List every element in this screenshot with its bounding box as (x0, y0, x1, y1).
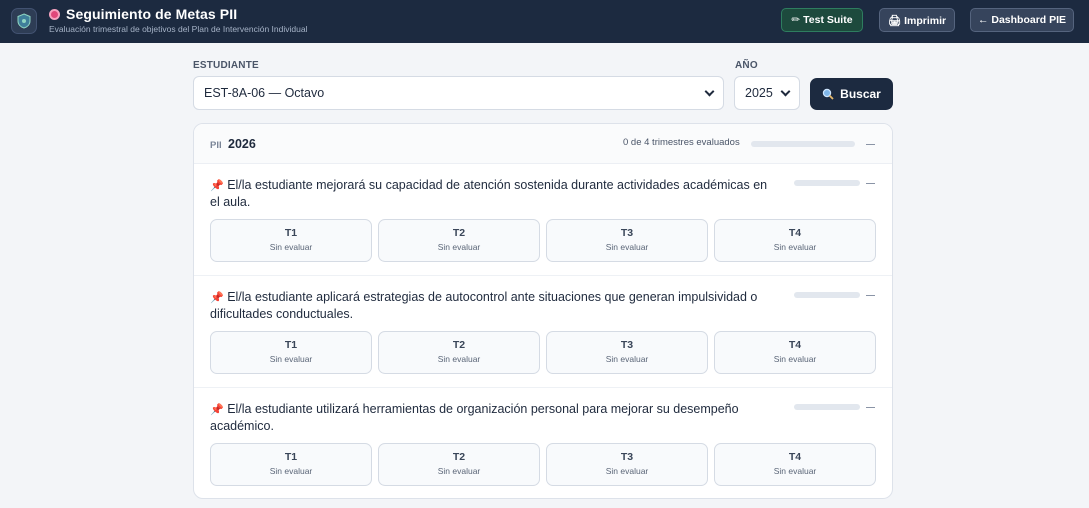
pii-card-header: PII 2026 0 de 4 trimestres evaluados (194, 124, 892, 164)
term-button-t3[interactable]: T3 Sin evaluar (546, 219, 708, 262)
pii-card: PII 2026 0 de 4 trimestres evaluados 📌 E… (193, 123, 893, 499)
app-title: Seguimiento de Metas PII (49, 6, 237, 22)
term-label: T3 (620, 451, 634, 463)
app-subtitle: Evaluación trimestral de objetivos del P… (49, 24, 308, 34)
test-suite-button[interactable]: ✏ Test Suite (781, 8, 863, 32)
goal-progress-bar (794, 180, 860, 186)
student-select-value: EST-8A-06 — Octavo (204, 86, 325, 100)
pin-icon: 📌 (210, 404, 224, 416)
dash-icon (866, 144, 875, 145)
term-status: Sin evaluar (437, 466, 481, 476)
magnifier-icon (822, 88, 834, 100)
term-button-t1[interactable]: T1 Sin evaluar (210, 219, 372, 262)
term-status: Sin evaluar (773, 242, 817, 252)
goal-text: 📌 El/la estudiante utilizará herramienta… (210, 401, 780, 434)
pii-year: 2026 (228, 137, 256, 151)
term-button-t3[interactable]: T3 Sin evaluar (546, 331, 708, 374)
target-icon (49, 8, 60, 20)
dash-icon (866, 407, 875, 408)
goal-item: 📌 El/la estudiante utilizará herramienta… (194, 388, 892, 498)
term-button-t2[interactable]: T2 Sin evaluar (378, 443, 540, 486)
pii-tag: PII (210, 140, 222, 151)
goal-item: 📌 El/la estudiante mejorará su capacidad… (194, 164, 892, 276)
term-status: Sin evaluar (773, 466, 817, 476)
search-button-label: Buscar (840, 87, 881, 101)
term-label: T2 (452, 451, 466, 463)
term-label: T1 (284, 339, 298, 351)
term-button-t1[interactable]: T1 Sin evaluar (210, 443, 372, 486)
term-label: T3 (620, 227, 634, 239)
term-status: Sin evaluar (437, 354, 481, 364)
term-status: Sin evaluar (773, 354, 817, 364)
goal-text-content: El/la estudiante utilizará herramientas … (210, 402, 739, 433)
term-status: Sin evaluar (269, 466, 313, 476)
term-status: Sin evaluar (437, 242, 481, 252)
pin-icon: 📌 (210, 180, 224, 192)
search-button[interactable]: Buscar (810, 78, 893, 110)
goal-text: 📌 El/la estudiante mejorará su capacidad… (210, 177, 780, 210)
term-label: T3 (620, 339, 634, 351)
goal-text-content: El/la estudiante aplicará estrategias de… (210, 290, 758, 321)
term-status: Sin evaluar (269, 354, 313, 364)
app-title-text: Seguimiento de Metas PII (66, 6, 238, 22)
print-button[interactable]: 🖨 Imprimir (879, 8, 955, 32)
term-status: Sin evaluar (269, 242, 313, 252)
pin-icon: 📌 (210, 292, 224, 304)
term-button-t2[interactable]: T2 Sin evaluar (378, 219, 540, 262)
student-select[interactable]: EST-8A-06 — Octavo (193, 76, 724, 110)
year-select[interactable]: 2025 (734, 76, 800, 110)
shield-icon (11, 8, 37, 34)
term-button-t3[interactable]: T3 Sin evaluar (546, 443, 708, 486)
year-select-value: 2025 (745, 86, 773, 100)
goal-text-content: El/la estudiante mejorará su capacidad d… (210, 178, 768, 209)
goal-text: 📌 El/la estudiante aplicará estrategias … (210, 289, 780, 322)
chevron-down-icon (704, 86, 715, 96)
term-label: T2 (452, 339, 466, 351)
term-status: Sin evaluar (605, 242, 649, 252)
term-label: T4 (788, 451, 802, 463)
dashboard-pie-button[interactable]: ← Dashboard PIE (970, 8, 1074, 32)
dash-icon (866, 295, 875, 296)
year-label: AÑO (735, 60, 758, 71)
term-button-t4[interactable]: T4 Sin evaluar (714, 331, 876, 374)
term-status: Sin evaluar (605, 466, 649, 476)
term-button-t4[interactable]: T4 Sin evaluar (714, 219, 876, 262)
top-bar: Seguimiento de Metas PII Evaluación trim… (0, 0, 1089, 43)
goal-progress-bar (794, 292, 860, 298)
progress-text: 0 de 4 trimestres evaluados (623, 137, 740, 148)
term-label: T4 (788, 339, 802, 351)
term-label: T2 (452, 227, 466, 239)
term-label: T1 (284, 451, 298, 463)
chevron-down-icon (780, 86, 791, 96)
term-button-t2[interactable]: T2 Sin evaluar (378, 331, 540, 374)
student-label: ESTUDIANTE (193, 60, 259, 71)
term-label: T4 (788, 227, 802, 239)
term-button-t1[interactable]: T1 Sin evaluar (210, 331, 372, 374)
goal-progress-bar (794, 404, 860, 410)
term-button-t4[interactable]: T4 Sin evaluar (714, 443, 876, 486)
overall-progress-bar (751, 141, 855, 147)
dash-icon (866, 183, 875, 184)
term-label: T1 (284, 227, 298, 239)
term-status: Sin evaluar (605, 354, 649, 364)
goal-item: 📌 El/la estudiante aplicará estrategias … (194, 276, 892, 388)
